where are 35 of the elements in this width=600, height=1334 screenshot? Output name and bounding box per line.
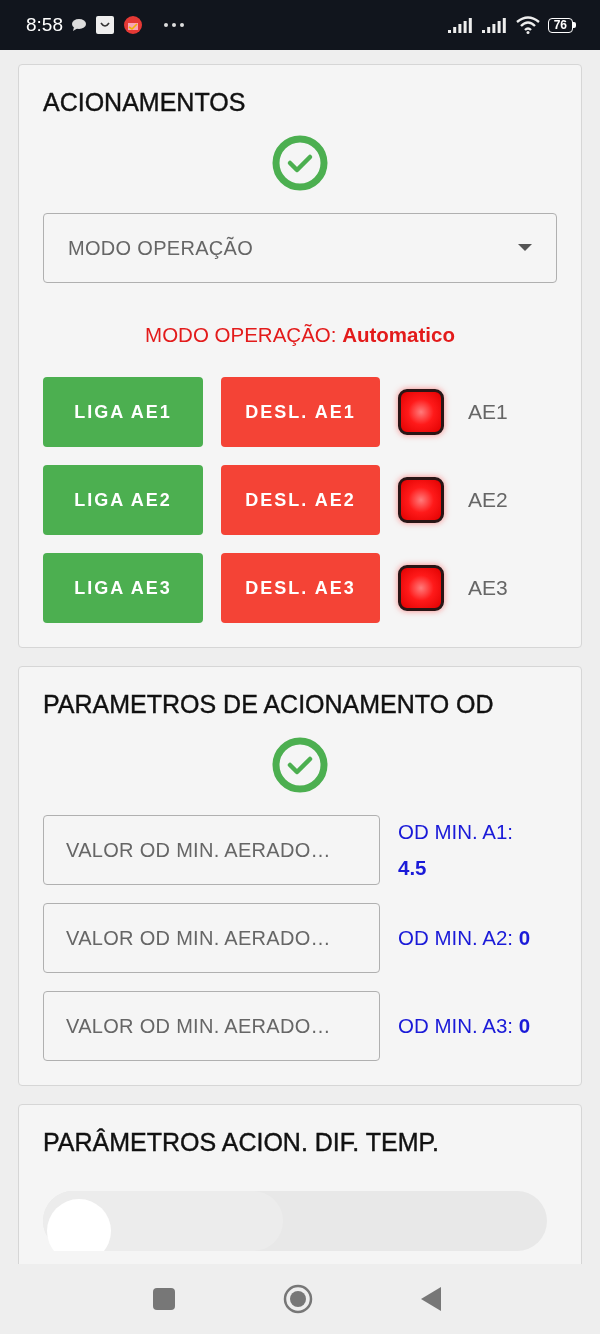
od-reading: OD MIN. A3: 0 xyxy=(398,1013,531,1039)
turn-off-button[interactable]: DESL. AE3 xyxy=(221,553,380,623)
shopping-bag-icon xyxy=(95,15,115,35)
signal-icon xyxy=(481,17,508,33)
card-title: ACIONAMENTOS xyxy=(43,87,247,117)
turn-off-button[interactable]: DESL. AE1 xyxy=(221,377,380,447)
card-title: PARAMETROS DE ACIONAMENTO OD xyxy=(43,689,495,719)
aerator-label: AE1 xyxy=(468,400,508,424)
check-circle-icon xyxy=(272,737,328,793)
back-icon[interactable] xyxy=(421,1287,441,1311)
od-reading: OD MIN. A1: 4.5 xyxy=(398,819,515,881)
value-input-field[interactable]: VALOR OD MIN. AERADO… xyxy=(43,991,380,1061)
aerator-label: AE3 xyxy=(468,576,508,600)
battery-icon: 76 xyxy=(547,17,576,33)
turn-on-button[interactable]: LIGA AE3 xyxy=(43,553,203,623)
recent-apps-icon[interactable] xyxy=(153,1288,175,1310)
clock-time: 8:58 xyxy=(26,14,63,36)
card-title: PARÂMETROS ACION. DIF. TEMP. xyxy=(43,1127,440,1157)
mode-status-text: MODO OPERAÇÃO: Automatico xyxy=(144,323,456,347)
app-notification-icon xyxy=(123,15,143,35)
turn-on-button[interactable]: LIGA AE1 xyxy=(43,377,203,447)
turn-on-button[interactable]: LIGA AE2 xyxy=(43,465,203,535)
aerator-label: AE2 xyxy=(468,488,508,512)
mode-dropdown[interactable]: MODO OPERAÇÃO xyxy=(43,213,557,283)
more-dots-icon xyxy=(163,22,185,28)
turn-off-button[interactable]: DESL. AE2 xyxy=(221,465,380,535)
value-input-field[interactable]: VALOR OD MIN. AERADO… xyxy=(43,903,380,973)
check-circle-icon xyxy=(272,135,328,191)
od-reading: OD MIN. A2: 0 xyxy=(398,925,531,951)
value-input-field[interactable]: VALOR OD MIN. AERADO… xyxy=(43,815,380,885)
dropdown-caret-icon xyxy=(518,244,532,252)
home-icon[interactable] xyxy=(283,1284,313,1314)
wifi-icon xyxy=(515,16,540,34)
signal-icon xyxy=(447,17,474,33)
chat-bubble-icon xyxy=(71,18,87,32)
